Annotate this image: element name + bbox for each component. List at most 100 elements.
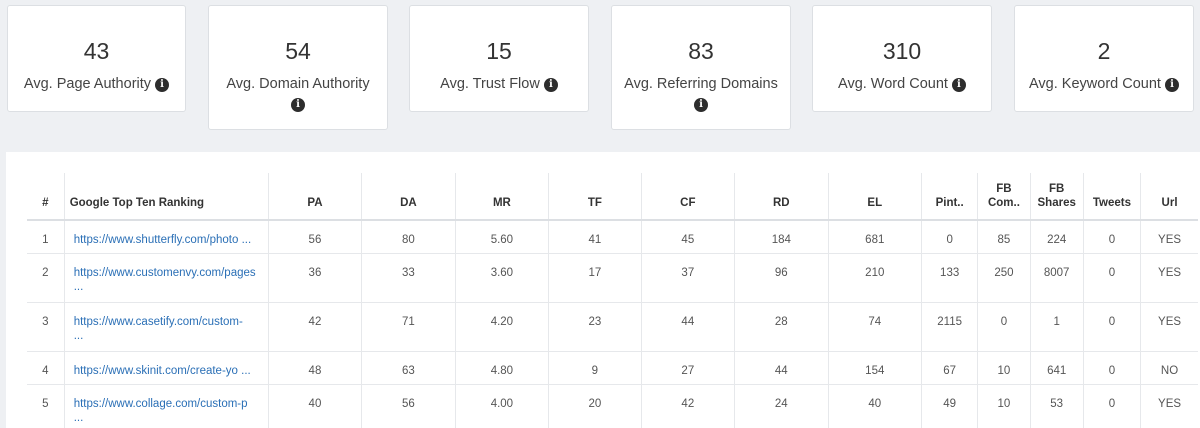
stat-label: Avg. Trust Flow — [440, 76, 540, 92]
stat-value: 310 — [882, 38, 922, 64]
cell-pa: 48 — [268, 351, 363, 385]
cell-tf: 23 — [548, 302, 642, 352]
info-icon[interactable]: i — [155, 78, 170, 92]
stat-value: 83 — [688, 38, 714, 64]
stat-value: 2 — [1097, 38, 1111, 64]
cell-cf: 45 — [641, 220, 736, 254]
header-line: Shares — [1037, 197, 1076, 209]
cell-mr: 4.80 — [455, 351, 550, 385]
cell-tweets: 0 — [1083, 253, 1142, 303]
cell-url-flag: YES — [1140, 302, 1198, 352]
cell-da: 71 — [361, 302, 456, 352]
cell-fb-comments: 85 — [977, 220, 1031, 254]
result-url-link[interactable]: https://www.customenvy.com/pages ... — [74, 267, 256, 293]
cell-url: https://www.skinit.com/create-yo ... — [64, 351, 269, 385]
result-url-link[interactable]: https://www.casetify.com/custom- ... — [74, 316, 243, 342]
cell-el: 681 — [828, 220, 923, 254]
ranking-table: # Google Top Ten Ranking PA DA MR TF CF … — [27, 173, 1198, 428]
cell-el: 210 — [828, 253, 923, 303]
column-header-tf[interactable]: TF — [548, 173, 642, 220]
cell-mr: 5.60 — [455, 220, 550, 254]
stats-row: 43 Avg. Page Authority i 54 Avg. Domain … — [0, 0, 1200, 160]
table-row: 5 https://www.collage.com/custom-p ... 4… — [27, 384, 1198, 428]
stat-label: Avg. Word Count — [838, 76, 948, 92]
stat-card-trust-flow: 15 Avg. Trust Flow i — [409, 5, 589, 112]
column-header-el[interactable]: EL — [828, 173, 923, 220]
info-icon[interactable]: i — [694, 98, 708, 112]
cell-tweets: 0 — [1083, 384, 1142, 428]
result-url-link[interactable]: https://www.shutterfly.com/photo ... — [74, 234, 251, 246]
column-header-fb-comments[interactable]: FB Com.. — [977, 173, 1031, 220]
header-line: Com.. — [987, 197, 1020, 209]
cell-tweets: 0 — [1083, 220, 1142, 254]
info-icon[interactable]: i — [951, 78, 966, 92]
cell-rd: 28 — [734, 302, 829, 352]
column-header-rd[interactable]: RD — [734, 173, 829, 220]
stat-label-wrap: Avg. Page Authority i — [14, 74, 179, 94]
column-header-mr[interactable]: MR — [455, 173, 550, 220]
column-header-fb-shares[interactable]: FB Shares — [1030, 173, 1084, 220]
result-url-link[interactable]: https://www.skinit.com/create-yo ... — [74, 365, 251, 377]
table-row: 1 https://www.shutterfly.com/photo ... 5… — [27, 220, 1198, 254]
column-header-tweets[interactable]: Tweets — [1083, 173, 1142, 220]
cell-rd: 44 — [734, 351, 829, 385]
cell-fb-shares: 641 — [1030, 351, 1084, 385]
cell-tf: 17 — [548, 253, 642, 303]
column-header-pint[interactable]: Pint.. — [921, 173, 979, 220]
column-header-pa[interactable]: PA — [268, 173, 363, 220]
cell-el: 154 — [828, 351, 923, 385]
cell-da: 80 — [361, 220, 456, 254]
cell-url: https://www.collage.com/custom-p ... — [64, 384, 269, 428]
column-header-number[interactable]: # — [27, 173, 65, 220]
cell-pint: 0 — [921, 220, 979, 254]
cell-number: 5 — [27, 384, 65, 428]
column-header-cf[interactable]: CF — [641, 173, 736, 220]
cell-url: https://www.shutterfly.com/photo ... — [64, 220, 269, 254]
stat-value: 54 — [285, 38, 311, 64]
cell-el: 74 — [828, 302, 923, 352]
cell-mr: 4.00 — [455, 384, 550, 428]
cell-pa: 36 — [268, 253, 363, 303]
column-header-da[interactable]: DA — [361, 173, 456, 220]
info-icon[interactable]: i — [1164, 78, 1179, 92]
header-line: FB — [1049, 183, 1065, 195]
cell-pint: 67 — [921, 351, 979, 385]
stat-label-wrap: Avg. Trust Flow i — [416, 74, 582, 94]
cell-pa: 56 — [268, 220, 363, 254]
stat-label-wrap: Avg. Keyword Count i — [1021, 74, 1187, 94]
stat-card-referring-domains: 83 Avg. Referring Domains i — [611, 5, 791, 130]
cell-tf: 9 — [548, 351, 642, 385]
cell-tweets: 0 — [1083, 302, 1142, 352]
stat-label: Avg. Domain Authority — [226, 76, 370, 92]
cell-fb-shares: 8007 — [1030, 253, 1084, 303]
cell-fb-comments: 0 — [977, 302, 1031, 352]
cell-url: https://www.casetify.com/custom- ... — [64, 302, 269, 352]
stat-label-wrap: Avg. Domain Authority i — [215, 74, 381, 114]
column-header-url[interactable]: Url — [1141, 173, 1198, 220]
cell-cf: 42 — [641, 384, 736, 428]
cell-rd: 24 — [734, 384, 829, 428]
cell-tf: 20 — [548, 384, 642, 428]
cell-cf: 37 — [641, 253, 736, 303]
column-header-ranking[interactable]: Google Top Ten Ranking — [64, 173, 269, 220]
cell-pint: 49 — [921, 384, 979, 428]
stat-label-wrap: Avg. Referring Domains i — [618, 74, 784, 114]
info-icon[interactable]: i — [543, 78, 558, 92]
result-url-link[interactable]: https://www.collage.com/custom-p ... — [74, 398, 248, 424]
cell-mr: 4.20 — [455, 302, 550, 352]
cell-fb-comments: 10 — [977, 384, 1031, 428]
info-icon[interactable]: i — [291, 98, 305, 112]
cell-cf: 27 — [641, 351, 736, 385]
cell-number: 4 — [27, 351, 65, 385]
cell-tweets: 0 — [1083, 351, 1142, 385]
cell-mr: 3.60 — [455, 253, 550, 303]
stat-value: 15 — [486, 38, 512, 64]
stat-label: Avg. Page Authority — [23, 76, 152, 92]
stat-card-keyword-count: 2 Avg. Keyword Count i — [1014, 5, 1194, 112]
cell-fb-shares: 53 — [1030, 384, 1084, 428]
cell-url-flag: YES — [1140, 384, 1198, 428]
cell-url-flag: NO — [1140, 351, 1198, 385]
stat-label-wrap: Avg. Word Count i — [819, 74, 985, 94]
cell-tf: 41 — [548, 220, 642, 254]
cell-url-flag: YES — [1140, 220, 1198, 254]
